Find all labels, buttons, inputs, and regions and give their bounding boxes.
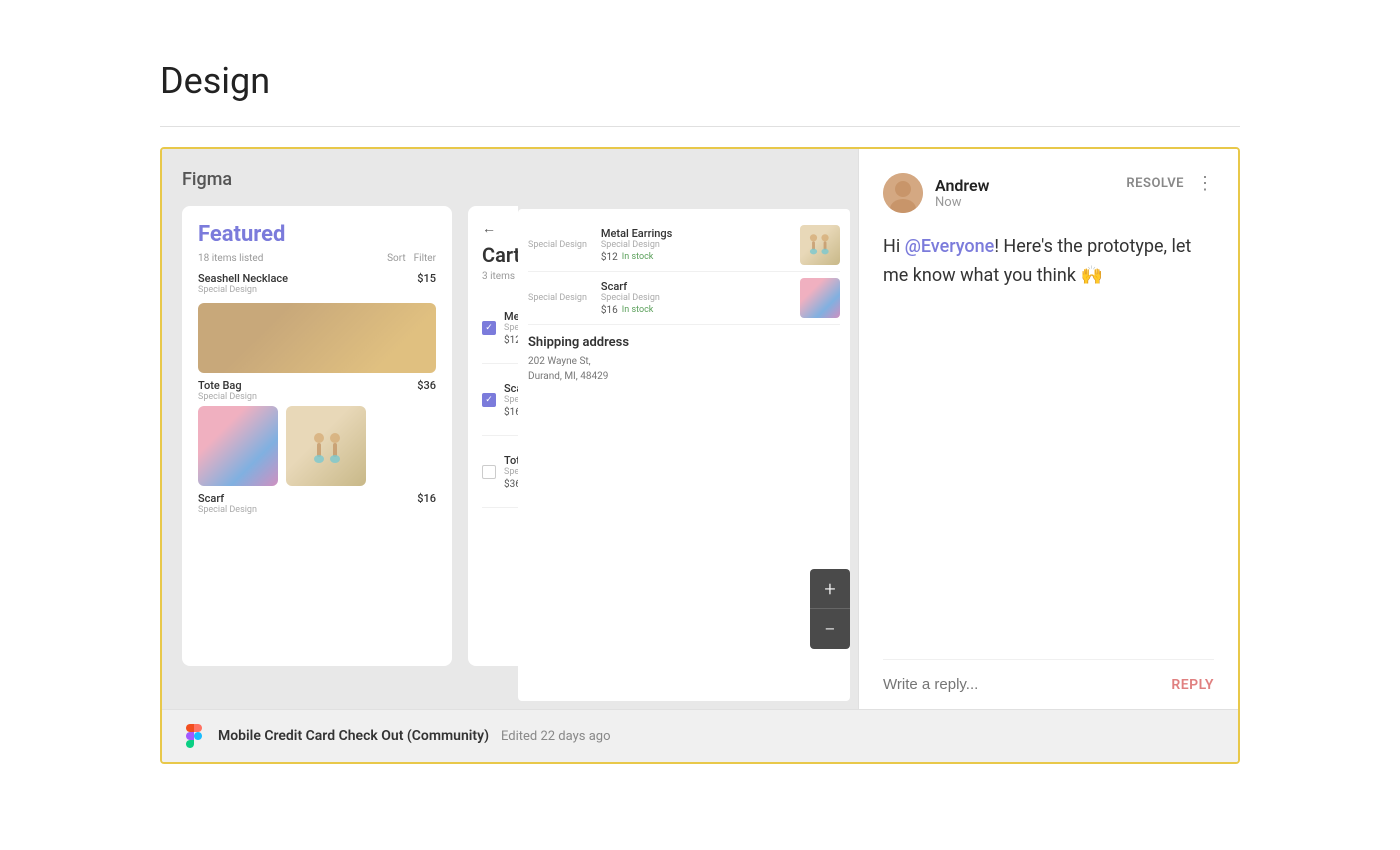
checkbox-earrings[interactable]: ✓ — [482, 321, 496, 335]
scarf-image-sm — [198, 406, 278, 486]
figma-label: Figma — [182, 169, 498, 190]
zoom-controls: + − — [810, 569, 850, 649]
mention-everyone: @Everyone — [905, 236, 995, 257]
partial-earring-img — [800, 225, 840, 265]
page-title: Design — [160, 60, 1240, 102]
cart-item-earrings: ✓ Metal Earrings Special Design $12 · In… — [482, 292, 518, 364]
figma-icon — [182, 724, 206, 748]
comment-header: Andrew Now RESOLVE ⋮ — [883, 173, 1214, 213]
partial-item-scarf: Special Design Scarf Special Design $16 … — [528, 272, 840, 325]
card-main: Figma Featured 18 items listed Sort — [162, 149, 1238, 709]
comment-body: Hi @Everyone! Here's the prototype, let … — [883, 233, 1214, 635]
card-footer: Mobile Credit Card Check Out (Community)… — [162, 709, 1238, 762]
cart-item-scarf: ✓ Scarf Special Design $16 · In stock — [482, 364, 518, 436]
partial-cart-panel: Special Design Metal Earrings Special De… — [518, 209, 850, 701]
tote-bag-image — [198, 303, 436, 373]
zoom-out-button[interactable]: − — [810, 609, 850, 649]
avatar — [883, 173, 923, 213]
featured-product-tote: Tote Bag Special Design $36 — [198, 379, 436, 402]
zoom-in-button[interactable]: + — [810, 569, 850, 609]
partial-scarf-img — [800, 278, 840, 318]
cart-title: Cart — [482, 243, 518, 267]
featured-title: Featured — [198, 222, 436, 247]
figma-screens: Featured 18 items listed Sort Filter — [182, 206, 498, 666]
reply-section: REPLY — [883, 659, 1214, 709]
more-options-button[interactable]: ⋮ — [1196, 173, 1214, 194]
footer-edit-time: Edited 22 days ago — [501, 729, 610, 744]
checkbox-scarf[interactable]: ✓ — [482, 393, 496, 407]
featured-product-necklace: Seashell Necklace Special Design $15 — [198, 272, 436, 295]
shipping-section: Shipping address 202 Wayne St, Durand, M… — [528, 325, 840, 394]
cart-item-tote: Tote Bag Special Design $36 · Out of sto… — [482, 436, 518, 508]
page-container: Design Figma Featured 18 items listed So… — [0, 0, 1400, 824]
cart-meta: 3 items ✓ Select All 🗑 Delete Selected — [482, 271, 518, 282]
comment-section: Andrew Now RESOLVE ⋮ Hi @Everyone! Here'… — [858, 149, 1238, 709]
footer-file-name: Mobile Credit Card Check Out (Community) — [218, 728, 489, 744]
cart-back-icon[interactable]: ← — [482, 220, 518, 237]
earring-svg — [301, 426, 351, 466]
checkbox-tote[interactable] — [482, 465, 496, 479]
figma-panel: Figma Featured 18 items listed Sort — [162, 149, 518, 709]
shipping-address: 202 Wayne St, Durand, MI, 48429 — [528, 354, 840, 384]
screen-cart: ← Cart 3 items ✓ Select All 🗑 Delete Sel… — [468, 206, 518, 666]
title-divider — [160, 126, 1240, 127]
reply-button[interactable]: REPLY — [1171, 677, 1214, 693]
filter-button[interactable]: Filter — [414, 253, 436, 264]
comment-actions: RESOLVE ⋮ — [1126, 173, 1214, 194]
main-card: Figma Featured 18 items listed Sort — [160, 147, 1240, 764]
partial-item-earrings: Special Design Metal Earrings Special De… — [528, 219, 840, 272]
comment-author: Andrew Now — [883, 173, 989, 213]
featured-bottom-row — [198, 406, 436, 486]
screen-featured: Featured 18 items listed Sort Filter — [182, 206, 452, 666]
right-panel: Special Design Metal Earrings Special De… — [518, 149, 858, 709]
earring-image-sm — [286, 406, 366, 486]
reply-input[interactable] — [883, 676, 1159, 693]
sort-button[interactable]: Sort — [387, 253, 406, 264]
featured-product-scarf: Scarf Special Design $16 — [198, 492, 436, 515]
resolve-button[interactable]: RESOLVE — [1126, 176, 1184, 191]
featured-subtitle: 18 items listed Sort Filter — [198, 253, 436, 264]
